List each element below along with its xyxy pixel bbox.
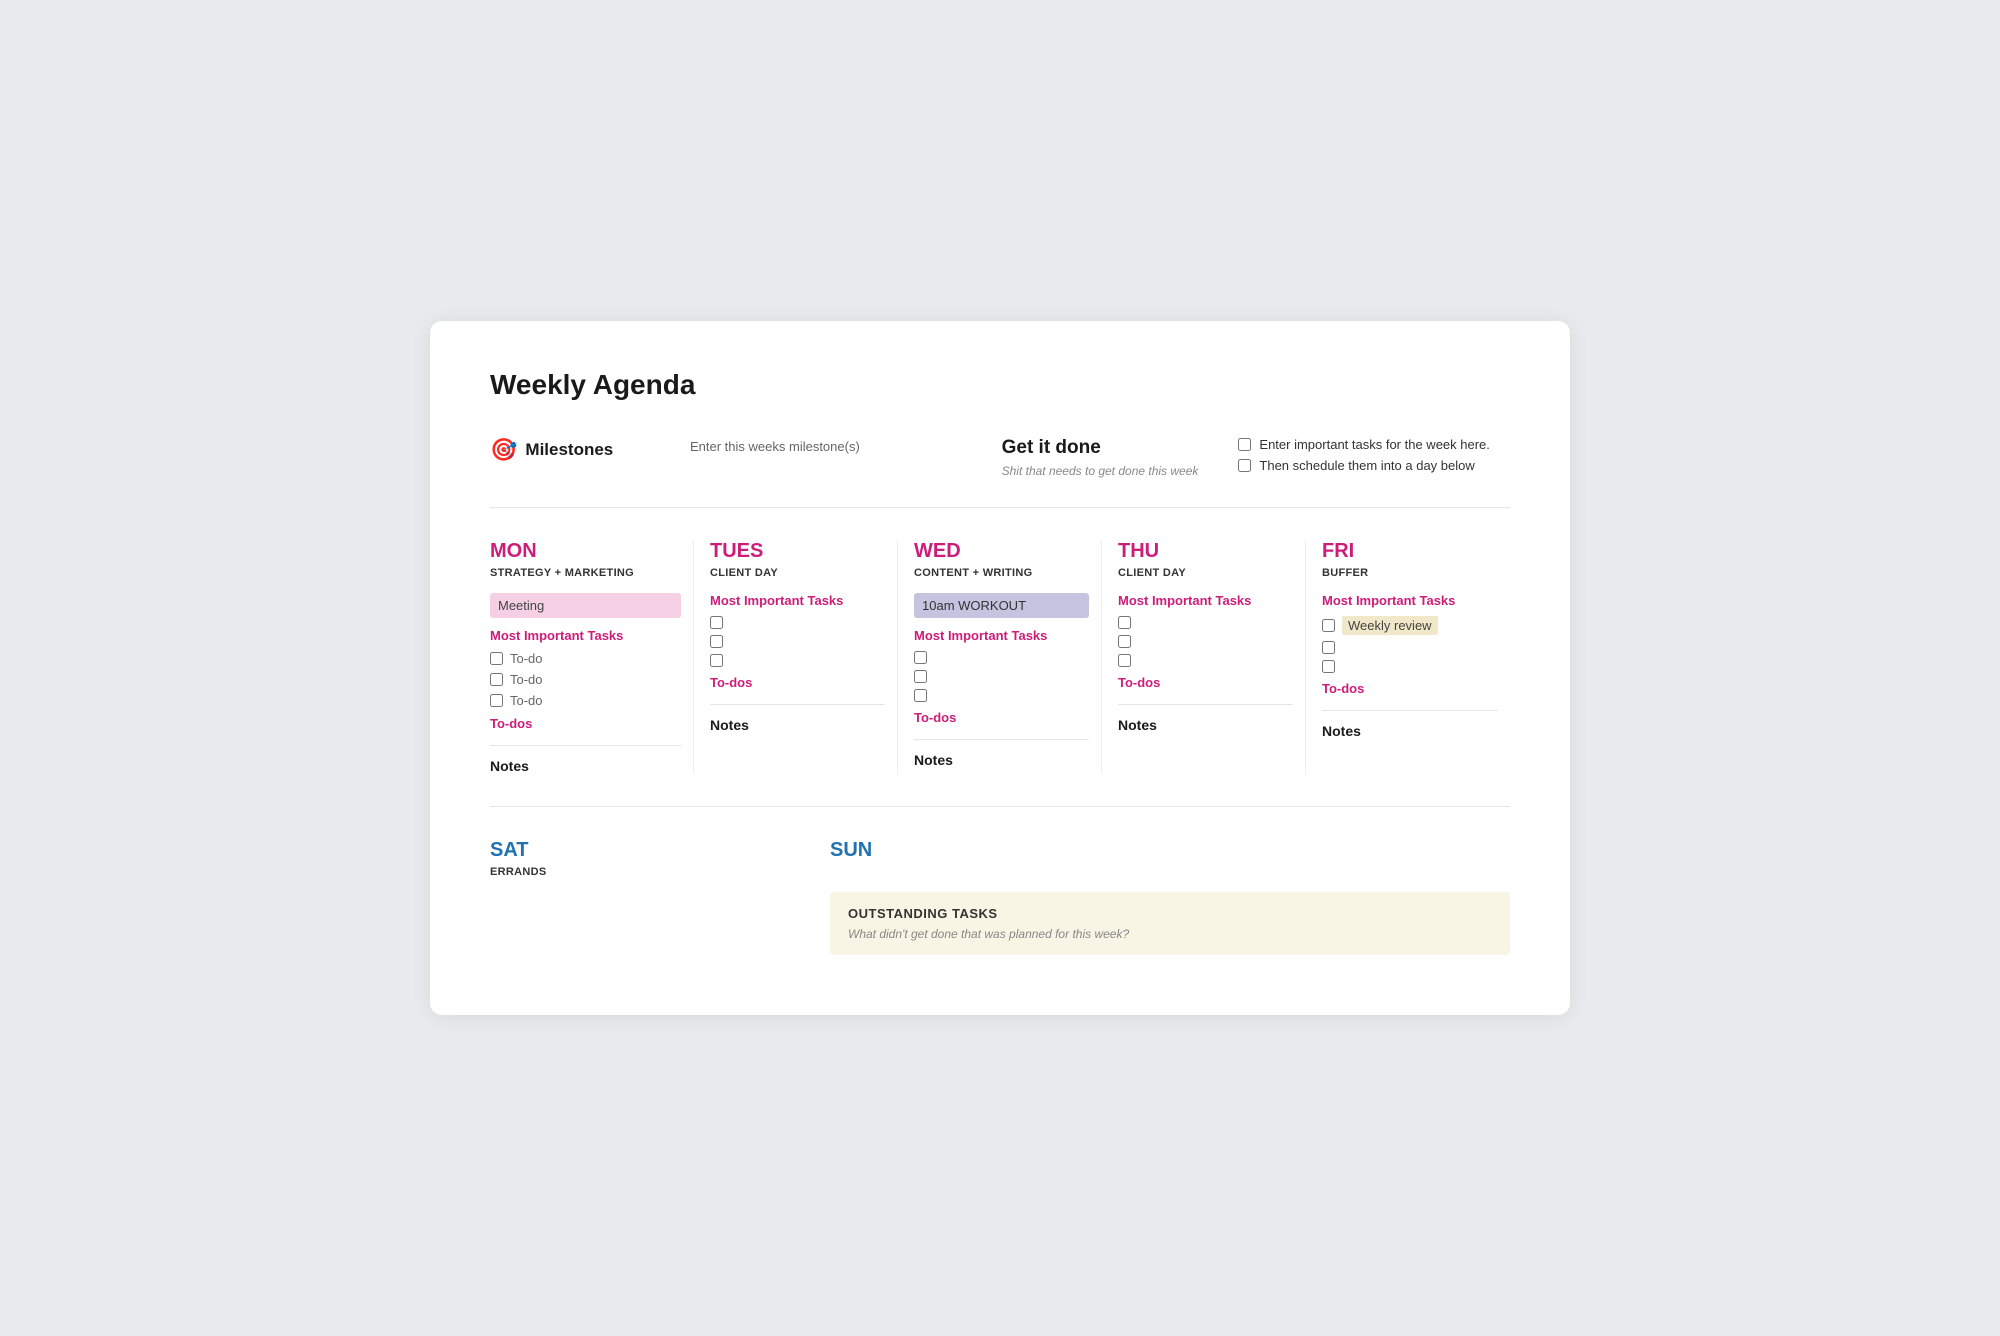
monday-checkbox-2: To-do: [490, 672, 681, 687]
days-grid: MON STRATEGY + MARKETING Meeting Most Im…: [490, 540, 1510, 807]
tuesday-task-3-checkbox[interactable]: [710, 654, 723, 667]
day-saturday: SAT ERRANDS: [490, 839, 830, 892]
wednesday-mit-label: Most Important Tasks: [914, 628, 1089, 643]
day-theme-tuesday: CLIENT DAY: [710, 567, 885, 579]
monday-notes-section: Notes: [490, 745, 681, 774]
friday-task-1-checkbox[interactable]: [1322, 619, 1335, 632]
thursday-task-3-checkbox[interactable]: [1118, 654, 1131, 667]
friday-task-1-text: Weekly review: [1342, 616, 1438, 635]
friday-task-2-checkbox[interactable]: [1322, 641, 1335, 654]
weekly-task-item-1: Enter important tasks for the week here.: [1238, 437, 1510, 452]
day-wednesday: WED CONTENT + WRITING 10am WORKOUT Most …: [898, 540, 1102, 774]
day-monday: MON STRATEGY + MARKETING Meeting Most Im…: [490, 540, 694, 774]
day-theme-friday: BUFFER: [1322, 567, 1498, 579]
monday-task-3-checkbox[interactable]: [490, 694, 503, 707]
wednesday-notes-label: Notes: [914, 752, 1089, 768]
get-it-done-title: Get it done: [1002, 437, 1199, 459]
thursday-notes-section: Notes: [1118, 704, 1293, 733]
weekly-task-item-2: Then schedule them into a day below: [1238, 458, 1510, 473]
day-sunday: SUN: [830, 839, 1170, 866]
wednesday-checkbox-1: [914, 651, 1089, 664]
tuesday-checkbox-3: [710, 654, 885, 667]
thursday-todos[interactable]: To-dos: [1118, 675, 1293, 690]
friday-todos[interactable]: To-dos: [1322, 681, 1498, 696]
bottom-grid: SAT ERRANDS SUN OUTSTANDING TASKS What d…: [490, 839, 1510, 955]
tuesday-checkbox-1: [710, 616, 885, 629]
weekly-task-checkbox-1[interactable]: [1238, 438, 1251, 451]
monday-checkbox-1: To-do: [490, 651, 681, 666]
tuesday-mit-label: Most Important Tasks: [710, 593, 885, 608]
wednesday-event: 10am WORKOUT: [914, 593, 1089, 618]
weekly-agenda-card: Weekly Agenda 🎯 Milestones Enter this we…: [430, 321, 1570, 1016]
wednesday-task-3-checkbox[interactable]: [914, 689, 927, 702]
wednesday-task-2-checkbox[interactable]: [914, 670, 927, 683]
day-friday: FRI BUFFER Most Important Tasks Weekly r…: [1306, 540, 1510, 774]
monday-checkbox-3: To-do: [490, 693, 681, 708]
page-title: Weekly Agenda: [490, 369, 1510, 401]
monday-notes-label: Notes: [490, 758, 681, 774]
monday-task-2-checkbox[interactable]: [490, 673, 503, 686]
thursday-notes-label: Notes: [1118, 717, 1293, 733]
tuesday-task-2-checkbox[interactable]: [710, 635, 723, 648]
friday-checkbox-1-highlighted: Weekly review: [1322, 616, 1498, 635]
monday-todos[interactable]: To-dos: [490, 716, 681, 731]
day-theme-monday: STRATEGY + MARKETING: [490, 567, 681, 579]
wednesday-todos[interactable]: To-dos: [914, 710, 1089, 725]
thursday-mit-label: Most Important Tasks: [1118, 593, 1293, 608]
tuesday-notes-label: Notes: [710, 717, 885, 733]
friday-checkbox-2: [1322, 641, 1498, 654]
day-name-friday: FRI: [1322, 540, 1498, 563]
tuesday-notes-section: Notes: [710, 704, 885, 733]
friday-task-3-checkbox[interactable]: [1322, 660, 1335, 673]
day-theme-wednesday: CONTENT + WRITING: [914, 567, 1089, 579]
day-name-wednesday: WED: [914, 540, 1089, 563]
thursday-checkbox-2: [1118, 635, 1293, 648]
tuesday-task-1-checkbox[interactable]: [710, 616, 723, 629]
milestones-row: 🎯 Milestones Enter this weeks milestone(…: [490, 437, 1510, 509]
weekly-task-checkbox-2[interactable]: [1238, 459, 1251, 472]
day-theme-saturday: ERRANDS: [490, 866, 814, 878]
day-theme-thursday: CLIENT DAY: [1118, 567, 1293, 579]
outstanding-tasks-box: OUTSTANDING TASKS What didn't get done t…: [830, 892, 1510, 955]
friday-notes-label: Notes: [1322, 723, 1498, 739]
milestones-label: Milestones: [525, 440, 613, 460]
thursday-checkbox-3: [1118, 654, 1293, 667]
wednesday-checkbox-3: [914, 689, 1089, 702]
monday-task-1-checkbox[interactable]: [490, 652, 503, 665]
wednesday-notes-section: Notes: [914, 739, 1089, 768]
tuesday-checkbox-2: [710, 635, 885, 648]
wednesday-task-1-checkbox[interactable]: [914, 651, 927, 664]
get-it-done-subtitle: Shit that needs to get done this week: [1002, 463, 1199, 480]
outstanding-title: OUTSTANDING TASKS: [848, 906, 1492, 921]
thursday-checkbox-1: [1118, 616, 1293, 629]
monday-mit-label: Most Important Tasks: [490, 628, 681, 643]
thursday-task-2-checkbox[interactable]: [1118, 635, 1131, 648]
milestones-hint: Enter this weeks milestone(s): [690, 437, 962, 454]
weekly-tasks-list: Enter important tasks for the week here.…: [1238, 437, 1510, 479]
thursday-task-1-checkbox[interactable]: [1118, 616, 1131, 629]
day-tuesday: TUES CLIENT DAY Most Important Tasks To-…: [694, 540, 898, 774]
tuesday-todos[interactable]: To-dos: [710, 675, 885, 690]
day-name-monday: MON: [490, 540, 681, 563]
day-thursday: THU CLIENT DAY Most Important Tasks To-d…: [1102, 540, 1306, 774]
milestones-section: 🎯 Milestones: [490, 437, 650, 463]
day-name-tuesday: TUES: [710, 540, 885, 563]
friday-checkbox-3: [1322, 660, 1498, 673]
outstanding-subtitle: What didn't get done that was planned fo…: [848, 927, 1492, 941]
day-name-saturday: SAT: [490, 839, 814, 862]
day-name-sunday: SUN: [830, 839, 1154, 862]
day-name-thursday: THU: [1118, 540, 1293, 563]
friday-notes-section: Notes: [1322, 710, 1498, 739]
wednesday-checkbox-2: [914, 670, 1089, 683]
target-icon: 🎯: [490, 437, 517, 463]
monday-event: Meeting: [490, 593, 681, 618]
friday-mit-label: Most Important Tasks: [1322, 593, 1498, 608]
get-it-done-section: Get it done Shit that needs to get done …: [1002, 437, 1199, 480]
